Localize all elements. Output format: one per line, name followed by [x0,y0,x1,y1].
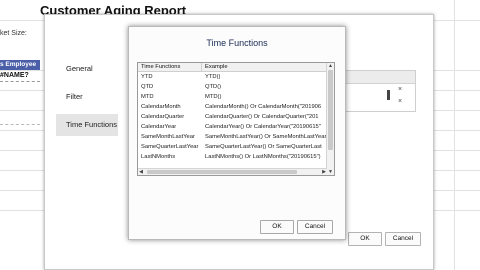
function-example-cell: YTD() [205,74,221,80]
scroll-thumb[interactable] [147,170,297,174]
scroll-down-icon[interactable]: ▼ [328,169,333,175]
function-example-cell: CalendarMonth() Or CalendarMonth("201906 [205,104,322,110]
function-example-cell: CalendarYear() Or CalendarYear("20190615… [205,124,321,130]
vertical-scrollbar[interactable]: ▲ ▼ [326,63,334,175]
cancel-button[interactable]: Cancel [385,232,421,246]
scroll-right-icon[interactable]: ▶ [321,169,327,175]
function-name-cell: QTD [141,84,154,90]
column-header-cell[interactable]: s Employee [0,60,40,70]
dialog-title: Time Functions [206,38,268,48]
scroll-left-icon[interactable]: ◀ [138,169,144,175]
horizontal-scrollbar[interactable]: ◀ ▶ [138,168,327,175]
dashed-divider [0,124,40,125]
function-name-cell: CalendarYear [141,124,177,130]
table-row[interactable]: MTD MTD() [138,93,327,103]
dialog-sidebar: General Filter Time Functions [56,58,118,136]
filter-list-panel [340,70,416,112]
time-functions-table: Time Functions Example YTD YTD() QTD QTD… [137,62,335,176]
table-row[interactable]: CalendarQuarter CalendarQuarter() Or Cal… [138,113,327,123]
function-example-cell: CalendarQuarter() Or CalendarQuarter("20… [205,114,319,120]
function-name-cell: CalendarQuarter [141,114,185,120]
table-row[interactable]: LastNMonths LastNMonths() Or LastNMonths… [138,153,327,163]
function-example-cell: SameQuarterLastYear() Or SameQuarterLast [205,144,322,150]
remove-icon[interactable]: × [398,86,402,93]
table-row[interactable]: SameMonthLastYear SameMonthLastYear() Or… [138,133,327,143]
function-example-cell: QTD() [205,84,222,90]
function-name-cell: SameQuarterLastYear [141,144,199,150]
cancel-button[interactable]: Cancel [297,220,333,234]
time-functions-dialog: Time Functions Time Functions Example YT… [128,26,346,240]
sidebar-item-time-functions[interactable]: Time Functions [56,114,118,136]
column-header-example[interactable]: Example [202,63,327,72]
function-name-cell: LastNMonths [141,154,176,160]
scroll-up-icon[interactable]: ▲ [328,63,333,69]
filter-list-header [341,71,415,84]
table-row[interactable]: QTD QTD() [138,83,327,93]
sidebar-item-general[interactable]: General [56,58,118,80]
table-row[interactable]: YTD YTD() [138,73,327,83]
ok-button[interactable]: OK [260,220,294,234]
sidebar-item-filter[interactable]: Filter [56,86,118,108]
function-example-cell: SameMonthLastYear() Or SameMonthLastYear [205,134,327,140]
ok-button[interactable]: OK [348,232,382,246]
error-cell[interactable]: #NAME? [0,71,40,82]
function-name-cell: SameMonthLastYear [141,134,195,140]
column-header-time-functions[interactable]: Time Functions [138,63,202,72]
function-example-cell: LastNMonths() Or LastNMonths("20190615") [205,154,321,160]
table-row[interactable]: SameQuarterLastYear SameQuarterLastYear(… [138,143,327,153]
function-name-cell: CalendarMonth [141,104,181,110]
gridline [454,0,455,270]
function-name-cell: MTD [141,94,154,100]
remove-icon[interactable]: × [398,98,402,105]
text-cursor-icon [387,90,390,100]
table-row[interactable]: CalendarYear CalendarYear() Or CalendarY… [138,123,327,133]
function-name-cell: YTD [141,74,153,80]
scroll-thumb[interactable] [328,70,333,150]
function-example-cell: MTD() [205,94,222,100]
table-row[interactable]: CalendarMonth CalendarMonth() Or Calenda… [138,103,327,113]
sheet-label: ket Size: [0,30,27,37]
